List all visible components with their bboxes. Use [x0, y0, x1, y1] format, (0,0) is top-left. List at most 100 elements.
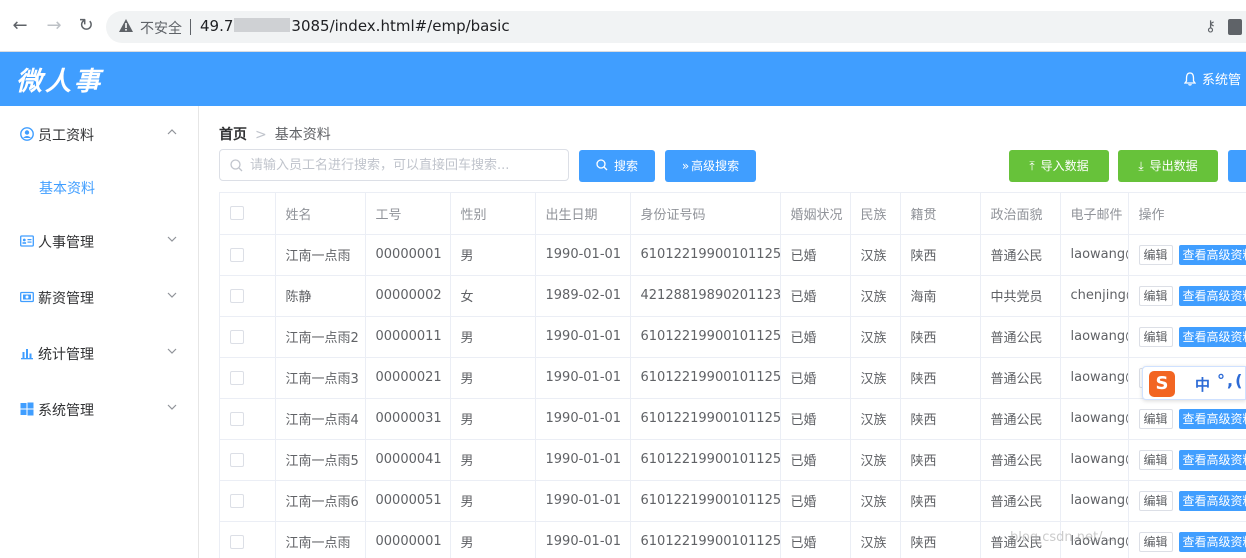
cell-gender: 男 [450, 357, 536, 399]
forward-arrow-icon[interactable]: → [42, 14, 66, 38]
chevron-down-icon [167, 236, 177, 242]
edit-button[interactable]: 编辑 [1138, 408, 1173, 429]
cell-email: laowang@ [1060, 316, 1129, 358]
sidebar-item-statistics[interactable]: 统计管理 [0, 325, 199, 381]
select-all-cell[interactable] [220, 193, 276, 235]
row-checkbox[interactable] [230, 370, 244, 385]
table-row: 陈静 00000002 女 1989-02-01 421288198902011234 已… [220, 275, 1246, 317]
ime-toolbar[interactable]: S 中 °,( [1142, 366, 1246, 400]
cell-wedlock: 已婚 [780, 275, 851, 317]
cell-native-place: 陕西 [900, 439, 981, 481]
edit-button[interactable]: 编辑 [1138, 531, 1173, 552]
key-icon[interactable]: ⚷ [1205, 17, 1216, 35]
table-row: 江南一点雨6 00000051 男 1990-01-01 610122199001011… [220, 480, 1246, 522]
address-bar[interactable]: 不安全 49.7 3085/index.html#/emp/basic ⚷ [106, 11, 1246, 43]
row-select-cell[interactable] [220, 234, 276, 276]
row-select-cell[interactable] [220, 521, 276, 558]
row-checkbox[interactable] [230, 452, 244, 467]
select-all-checkbox[interactable] [230, 206, 244, 221]
cell-operations: 编辑查看高级资料 [1128, 480, 1246, 522]
view-advanced-button[interactable]: 查看高级资料 [1178, 285, 1246, 306]
cell-nation: 汉族 [850, 275, 901, 317]
sidebar-subitem-basic-info[interactable]: 基本资料 [0, 162, 199, 212]
search-button[interactable]: 搜索 [579, 150, 655, 182]
view-advanced-button[interactable]: 查看高级资料 [1178, 490, 1246, 511]
cell-name: 江南一点雨 [275, 234, 366, 276]
sidebar-item-employee-info[interactable]: 员工资料 基本资料 [0, 106, 199, 197]
view-advanced-button[interactable]: 查看高级资料 [1178, 326, 1246, 347]
row-checkbox[interactable] [230, 247, 244, 262]
view-advanced-button[interactable]: 查看高级资料 [1178, 408, 1246, 429]
app-header: 微人事 系统管 [0, 52, 1246, 106]
row-checkbox[interactable] [230, 411, 244, 426]
cell-birthday: 1989-02-01 [535, 275, 631, 317]
ime-mode-toggle[interactable]: 中 [1195, 374, 1210, 395]
row-checkbox[interactable] [230, 329, 244, 344]
ime-punctuation-toggle[interactable]: °,( [1217, 371, 1244, 390]
table-header-row: 姓名 工号 性别 出生日期 身份证号码 婚姻状况 民族 籍贯 政治面貌 电子邮件… [220, 193, 1246, 235]
edit-button[interactable]: 编辑 [1138, 490, 1173, 511]
edit-button[interactable]: 编辑 [1138, 326, 1173, 347]
advanced-search-button[interactable]: » 高级搜索 [665, 150, 756, 182]
cell-email: laowang@ [1060, 234, 1129, 276]
column-header: 姓名 [275, 193, 366, 235]
sidebar-item-label: 统计管理 [38, 347, 94, 363]
view-advanced-button[interactable]: 查看高级资料 [1178, 449, 1246, 470]
view-advanced-button[interactable]: 查看高级资料 [1178, 244, 1246, 265]
cell-native-place: 陕西 [900, 398, 981, 440]
double-chevron-down-icon: » [681, 159, 690, 173]
cell-work-id: 00000001 [365, 521, 451, 558]
download-icon: ⤓ [1138, 159, 1144, 173]
row-select-cell[interactable] [220, 316, 276, 358]
cell-name: 江南一点雨6 [275, 480, 366, 522]
sidebar-item-personnel[interactable]: 人事管理 [0, 213, 199, 269]
translate-icon[interactable] [1228, 19, 1242, 35]
cell-wedlock: 已婚 [780, 398, 851, 440]
import-data-label: 导入数据 [1040, 159, 1089, 173]
url-prefix: 49.7 [200, 17, 234, 35]
sidebar-item-salary[interactable]: 薪资管理 [0, 269, 199, 325]
employee-search-field[interactable] [219, 149, 569, 181]
cell-nation: 汉族 [850, 480, 901, 522]
browser-toolbar: ← → ↻ 不安全 49.7 3085/index.html#/emp/basic… [0, 0, 1246, 52]
row-select-cell[interactable] [220, 439, 276, 481]
edit-button[interactable]: 编辑 [1138, 285, 1173, 306]
add-user-button[interactable] [1228, 150, 1246, 182]
sidebar-subitem-label: 基本资料 [39, 181, 95, 197]
header-user-menu[interactable]: 系统管 [1184, 69, 1241, 88]
cell-gender: 男 [450, 480, 536, 522]
row-select-cell[interactable] [220, 275, 276, 317]
employee-search-input[interactable] [250, 155, 560, 175]
bell-icon[interactable] [1184, 72, 1196, 86]
cell-id-card: 610122199001011256 [630, 357, 781, 399]
row-checkbox[interactable] [230, 288, 244, 303]
advanced-search-label: 高级搜索 [691, 159, 740, 173]
cell-gender: 女 [450, 275, 536, 317]
row-checkbox[interactable] [230, 534, 244, 549]
import-data-button[interactable]: ⤒ 导入数据 [1009, 150, 1109, 182]
cell-name: 江南一点雨5 [275, 439, 366, 481]
cell-operations: 编辑查看高级资料 [1128, 398, 1246, 440]
reload-icon[interactable]: ↻ [74, 14, 98, 38]
sidebar-item-system[interactable]: 系统管理 [0, 381, 199, 437]
row-select-cell[interactable] [220, 357, 276, 399]
row-select-cell[interactable] [220, 480, 276, 522]
edit-button[interactable]: 编辑 [1138, 244, 1173, 265]
cell-birthday: 1990-01-01 [535, 357, 631, 399]
upload-icon: ⤒ [1029, 159, 1035, 173]
cell-work-id: 00000011 [365, 316, 451, 358]
sidebar-item-label: 系统管理 [38, 403, 94, 419]
row-select-cell[interactable] [220, 398, 276, 440]
cell-id-card: 610122199001011256 [630, 480, 781, 522]
windows-icon [20, 402, 34, 416]
export-data-button[interactable]: ⤓ 导出数据 [1118, 150, 1218, 182]
cell-wedlock: 已婚 [780, 439, 851, 481]
edit-button[interactable]: 编辑 [1138, 449, 1173, 470]
column-header: 籍贯 [900, 193, 981, 235]
ime-logo-icon[interactable]: S [1149, 371, 1175, 397]
breadcrumb-home[interactable]: 首页 [219, 127, 247, 143]
back-arrow-icon[interactable]: ← [8, 14, 32, 38]
row-checkbox[interactable] [230, 493, 244, 508]
view-advanced-button[interactable]: 查看高级资料 [1178, 531, 1246, 552]
cell-politic: 普通公民 [980, 316, 1061, 358]
